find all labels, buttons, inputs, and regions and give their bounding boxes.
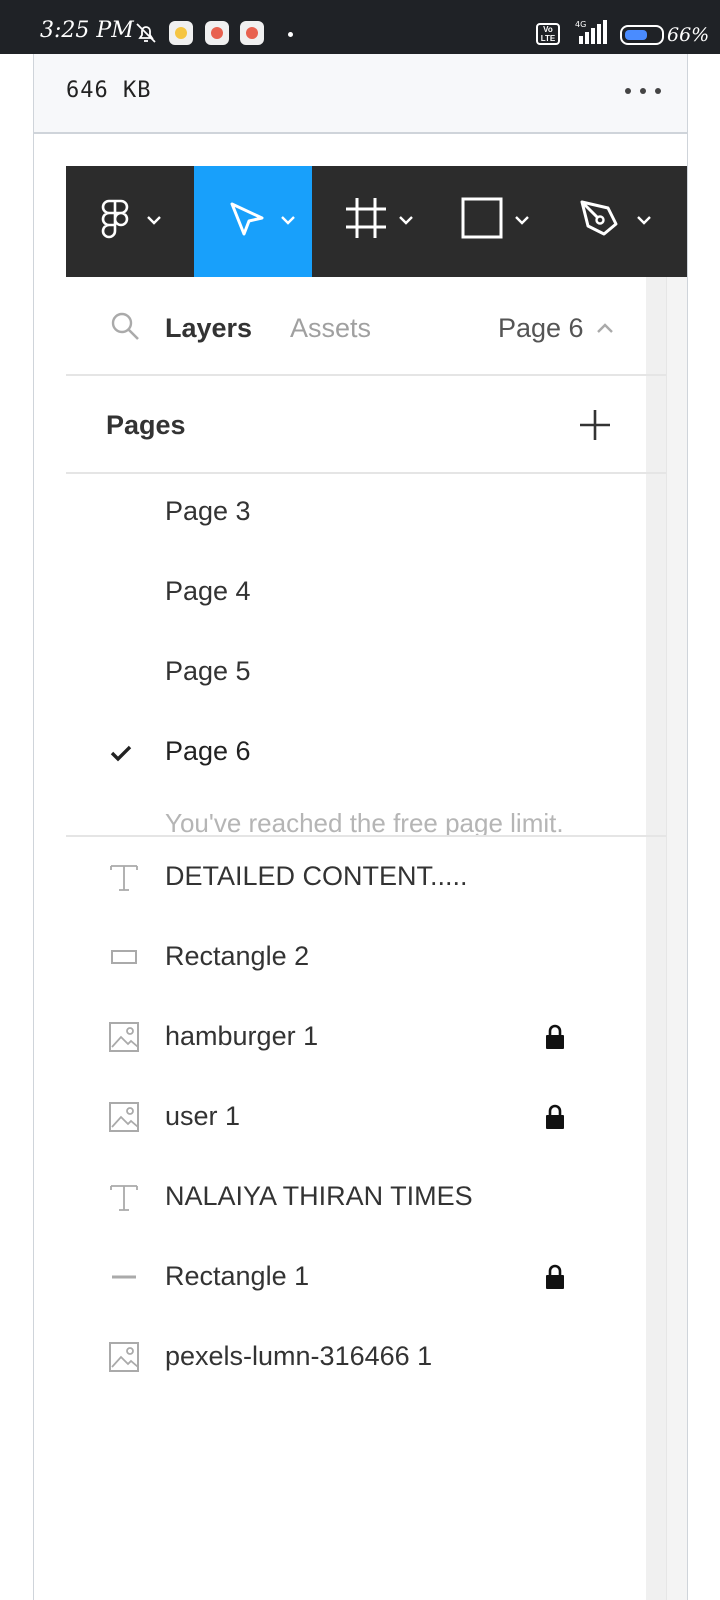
network-type: 4G <box>575 20 586 29</box>
page-item-label: Page 3 <box>165 496 251 526</box>
chevron-up-icon[interactable] <box>596 321 614 335</box>
image-icon <box>109 1342 139 1372</box>
layer-row[interactable]: Rectangle 1 <box>66 1237 666 1317</box>
tab-layers[interactable]: Layers <box>165 313 252 344</box>
layer-label: NALAIYA THIRAN TIMES <box>165 1181 473 1211</box>
tab-assets[interactable]: Assets <box>290 313 371 344</box>
status-time: 3:25 PM <box>40 18 134 43</box>
shape-tool-button[interactable] <box>430 166 546 277</box>
text-icon <box>110 865 138 891</box>
figma-toolbar <box>66 166 687 277</box>
figma-menu-button[interactable] <box>66 166 194 277</box>
layer-row[interactable]: user 1 <box>66 1077 666 1157</box>
panel-tabs: Layers Assets Page 6 <box>66 277 666 376</box>
figma-screenshot-preview: Layers Assets Page 6 Pages Page 3 Page 4 <box>66 166 687 1600</box>
checkmark-icon <box>110 745 132 762</box>
layer-row[interactable]: DETAILED CONTENT..... <box>66 837 666 917</box>
page-item-label: Page 4 <box>165 576 251 606</box>
battery-icon <box>620 25 664 45</box>
bell-muted-icon <box>136 23 156 43</box>
layer-row[interactable]: pexels-lumn-316466 1 <box>66 1317 666 1397</box>
status-bar: 3:25 PM Vo LTE 4G 66% <box>0 0 720 54</box>
panel-scrollbar[interactable] <box>666 277 687 1600</box>
layer-row[interactable]: NALAIYA THIRAN TIMES <box>66 1157 666 1237</box>
pen-tool-button[interactable] <box>546 166 687 277</box>
current-page-selector[interactable]: Page 6 <box>498 313 584 344</box>
upload-notification-icon <box>240 21 264 45</box>
text-icon <box>110 1185 138 1211</box>
signal-strength-icon: 4G <box>575 20 607 44</box>
pen-nib-icon <box>580 200 618 236</box>
chevron-down-icon <box>281 216 295 225</box>
frame-tool-button[interactable] <box>312 166 430 277</box>
layers-panel: Layers Assets Page 6 Pages Page 3 Page 4 <box>66 277 666 1600</box>
page-item-page-3[interactable]: Page 3 <box>66 474 666 554</box>
frame-hash-icon <box>346 198 386 238</box>
layer-label: pexels-lumn-316466 1 <box>165 1341 433 1371</box>
card-header: 646 KB <box>34 54 687 134</box>
battery-percent: 66% <box>667 24 710 46</box>
page-item-page-5[interactable]: Page 5 <box>66 634 666 714</box>
cursor-arrow-icon <box>230 202 264 236</box>
chevron-down-icon <box>147 216 161 225</box>
layer-label: user 1 <box>165 1101 241 1131</box>
pages-title: Pages <box>106 410 186 440</box>
page-list: Page 3 Page 4 Page 5 Page 6 You've reach… <box>66 474 666 837</box>
layer-row[interactable]: Rectangle 2 <box>66 917 666 997</box>
more-options-button[interactable] <box>621 80 665 102</box>
image-icon <box>109 1102 139 1132</box>
layer-label: DETAILED CONTENT..... <box>165 861 468 891</box>
page-item-label: Page 6 <box>165 736 251 766</box>
more-notifications-dot <box>288 32 293 37</box>
search-icon[interactable] <box>110 311 140 341</box>
lock-icon[interactable] <box>544 1103 566 1131</box>
layer-label: hamburger 1 <box>165 1021 319 1051</box>
lock-icon[interactable] <box>544 1263 566 1291</box>
page-item-label: Page 5 <box>165 656 251 686</box>
page-item-page-4[interactable]: Page 4 <box>66 554 666 634</box>
file-size: 646 KB <box>66 78 152 103</box>
chevron-down-icon <box>399 216 413 225</box>
rectangle-icon <box>461 197 503 239</box>
add-page-plus-icon[interactable] <box>578 408 612 442</box>
rectangle-icon <box>111 950 137 964</box>
line-icon <box>112 1275 136 1279</box>
chevron-down-icon <box>637 216 651 225</box>
volte-icon: Vo LTE <box>536 23 560 45</box>
upload-notification-icon <box>205 21 229 45</box>
move-tool-button[interactable] <box>194 166 312 277</box>
layer-label: Rectangle 2 <box>165 941 310 971</box>
chevron-down-icon <box>515 216 529 225</box>
file-preview-card: 646 KB Layers Assets Page 6 Pages Page 3… <box>33 54 688 1600</box>
notification-app-icon <box>169 21 193 45</box>
page-limit-message: You've reached the free page limit. <box>165 808 564 837</box>
lock-icon[interactable] <box>544 1023 566 1051</box>
figma-logo-icon <box>101 199 129 239</box>
pages-header: Pages <box>66 376 666 474</box>
layer-row[interactable]: hamburger 1 <box>66 997 666 1077</box>
image-icon <box>109 1022 139 1052</box>
layer-label: Rectangle 1 <box>165 1261 310 1291</box>
page-item-page-6[interactable]: Page 6 <box>66 714 666 794</box>
